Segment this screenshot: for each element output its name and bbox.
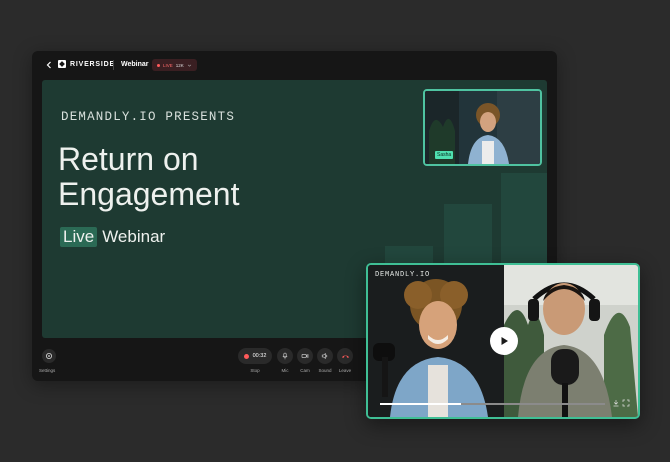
back-arrow-icon[interactable] (44, 60, 54, 70)
record-icon (243, 353, 249, 359)
slide-title-line: Return on (58, 141, 199, 177)
live-dot-icon (157, 63, 160, 67)
logo-text: RIVERSIDE (70, 60, 115, 68)
riverside-logo: RIVERSIDE (58, 60, 115, 68)
stop-label: Stop (250, 368, 260, 373)
sound-button[interactable] (317, 348, 333, 364)
video-brand: DEMANDLY.IO (375, 271, 431, 279)
speaker-video-tile[interactable]: Sasha (423, 89, 542, 166)
play-button[interactable] (490, 327, 518, 355)
viewer-count: 12K (175, 62, 184, 68)
live-highlight: Live (60, 227, 98, 247)
fullscreen-icon[interactable] (622, 399, 630, 407)
speaker-name-tag: Sasha (435, 151, 454, 159)
video-player[interactable]: DEMANDLY.IO (366, 263, 640, 419)
leave-label: Leave (338, 368, 352, 373)
subtitle-text: Webinar (102, 227, 166, 246)
settings-label: Settings (39, 368, 56, 373)
video-progress-bar[interactable] (380, 403, 605, 405)
divider (113, 60, 114, 70)
download-icon[interactable] (612, 399, 620, 407)
live-label: LIVE (163, 62, 173, 68)
top-bar: RIVERSIDE Webinar LIVE 12K (32, 51, 557, 79)
slide-title-line: Engagement (58, 176, 240, 212)
slide-presents: DEMANDLY.IO PRESENTS (61, 110, 236, 124)
gear-icon (46, 353, 52, 359)
slide-title: Return on Engagement (58, 142, 358, 212)
studio-name: Webinar (121, 61, 149, 68)
riverside-logo-icon (58, 60, 66, 68)
speaker-icon (321, 352, 328, 360)
cam-button[interactable] (297, 348, 313, 364)
camera-icon (301, 353, 309, 359)
mic-icon (282, 352, 288, 360)
mic-button[interactable] (277, 348, 293, 364)
recording-timer: 00:32 (252, 353, 267, 359)
hang-up-icon (341, 355, 349, 358)
leave-button[interactable] (337, 348, 353, 364)
video-progress-fill (380, 403, 461, 405)
slide-subtitle: Live Webinar (60, 227, 165, 247)
chevron-down-icon (187, 64, 191, 67)
live-badge[interactable]: LIVE 12K (152, 59, 197, 71)
settings-button[interactable] (42, 349, 56, 363)
play-icon (501, 337, 508, 345)
stop-recording-button[interactable]: 00:32 (238, 348, 272, 364)
